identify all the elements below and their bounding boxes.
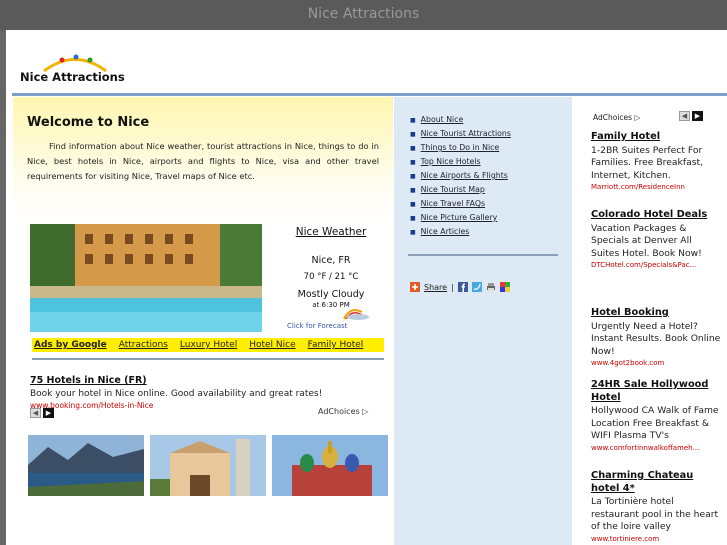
ad-link-luxury-hotel[interactable]: Luxury Hotel bbox=[180, 340, 237, 350]
side-ad-url[interactable]: www.4got2book.com bbox=[591, 359, 721, 367]
side-ad-title[interactable]: Hotel Booking bbox=[591, 307, 721, 320]
window-title: Nice Attractions bbox=[0, 0, 727, 30]
nav-column: About Nice Nice Tourist Attractions Thin… bbox=[394, 97, 572, 545]
cloud-sun-icon bbox=[343, 309, 369, 320]
side-ad-url[interactable]: www.tortiniere.com bbox=[591, 535, 721, 543]
weather-temperature: 70 °F / 21 °C bbox=[303, 272, 359, 282]
main-column: Welcome to Nice Find information about N… bbox=[13, 97, 393, 545]
nav-top-hotels[interactable]: Top Nice Hotels bbox=[410, 157, 511, 171]
ad-link-family-hotel[interactable]: Family Hotel bbox=[308, 340, 364, 350]
side-ad-body: Vacation Packages & Specials at Denver A… bbox=[591, 222, 702, 259]
hotel-photo[interactable] bbox=[30, 224, 262, 332]
welcome-box: Welcome to Nice Find information about N… bbox=[13, 97, 393, 225]
thumb-lake[interactable] bbox=[28, 435, 144, 496]
adchoices-label-right[interactable]: AdChoices ▷ bbox=[593, 113, 640, 122]
nav-airports-flights[interactable]: Nice Airports & Flights bbox=[410, 171, 511, 185]
side-ad-body: La Tortinière hotel restaurant pool in t… bbox=[591, 496, 719, 532]
side-ad-url[interactable]: DTCHotel.com/Specials&Pac... bbox=[591, 261, 721, 269]
adchoices-text-right: AdChoices bbox=[593, 113, 633, 122]
print-icon[interactable] bbox=[486, 282, 496, 292]
side-ad-title[interactable]: Charming Chateau hotel 4* bbox=[591, 470, 721, 495]
nav-travel-faqs[interactable]: Nice Travel FAQs bbox=[410, 199, 511, 213]
weather-condition: Mostly Cloudy bbox=[297, 289, 365, 300]
left-arrow-icon[interactable]: ◀ bbox=[679, 111, 690, 121]
nav-divider bbox=[408, 254, 558, 256]
right-arrow-icon[interactable]: ▶ bbox=[692, 111, 703, 121]
divider bbox=[32, 358, 384, 360]
side-ad[interactable]: Family Hotel 1-2BR Suites Perfect For Fa… bbox=[591, 131, 721, 191]
bookmark-icon[interactable] bbox=[499, 282, 510, 292]
share-bar: Share | bbox=[410, 282, 510, 292]
share-separator: | bbox=[451, 282, 454, 292]
side-ad-body: Hollywood CA Walk of Fame Location Free … bbox=[591, 405, 719, 441]
side-ad[interactable]: Hotel Booking Urgently Need a Hotel? Ins… bbox=[591, 307, 721, 367]
share-plus-icon[interactable] bbox=[410, 282, 420, 292]
side-ad[interactable]: Colorado Hotel Deals Vacation Packages &… bbox=[591, 209, 721, 269]
ad-description: Book your hotel in Nice online. Good ava… bbox=[30, 389, 323, 399]
ad-link-hotel-nice[interactable]: Hotel Nice bbox=[249, 340, 295, 350]
ad-title[interactable]: 75 Hotels in Nice (FR) bbox=[30, 375, 382, 386]
side-ad[interactable]: 24HR Sale Hollywood Hotel Hollywood CA W… bbox=[591, 379, 721, 452]
ads-by-google-link[interactable]: Ads by Google bbox=[34, 340, 107, 350]
nav-tourist-map[interactable]: Nice Tourist Map bbox=[410, 185, 511, 199]
side-ad-body: 1-2BR Suites Perfect For Families. Free … bbox=[591, 144, 704, 181]
text-ad[interactable]: 75 Hotels in Nice (FR) Book your hotel i… bbox=[30, 375, 382, 410]
nav-tourist-attractions[interactable]: Nice Tourist Attractions bbox=[410, 129, 511, 143]
nav-about-nice[interactable]: About Nice bbox=[410, 115, 511, 129]
nav-picture-gallery[interactable]: Nice Picture Gallery bbox=[410, 213, 511, 227]
site-logo[interactable]: Nice Attractions bbox=[20, 54, 130, 90]
side-ad-title[interactable]: Family Hotel bbox=[591, 131, 721, 144]
adchoices-icon: ▷ bbox=[362, 407, 369, 416]
left-arrow-icon[interactable]: ◀ bbox=[30, 408, 41, 418]
side-ad[interactable]: Charming Chateau hotel 4* La Tortinière … bbox=[591, 470, 721, 543]
ad-link-attractions[interactable]: Attractions bbox=[119, 340, 168, 350]
nav-articles[interactable]: Nice Articles bbox=[410, 227, 511, 241]
thumb-church[interactable] bbox=[150, 435, 266, 496]
thumb-cathedral[interactable] bbox=[272, 435, 388, 496]
welcome-title: Welcome to Nice bbox=[27, 115, 150, 130]
weather-city: Nice, FR bbox=[311, 255, 351, 266]
share-link[interactable]: Share bbox=[424, 283, 447, 292]
forecast-link[interactable]: Click for Forecast bbox=[287, 322, 347, 330]
side-ad-title[interactable]: 24HR Sale Hollywood Hotel bbox=[591, 379, 721, 404]
ad-pager: ◀ ▶ bbox=[30, 408, 54, 418]
adchoices-icon-right: ▷ bbox=[634, 113, 641, 122]
weather-widget[interactable]: Nice Weather Nice, FR 70 °F / 21 °C Most… bbox=[281, 224, 381, 332]
side-ad-url[interactable]: Marriott.com/ResidenceInn bbox=[591, 183, 721, 191]
ads-link-bar: Ads by Google Attractions Luxury Hotel H… bbox=[32, 338, 384, 352]
welcome-text: Find information about Nice weather, tou… bbox=[27, 141, 379, 181]
photo-strip bbox=[28, 435, 388, 496]
side-ad-url[interactable]: www.comfortinnwalkoffameh... bbox=[591, 444, 721, 452]
right-ad-pager: ◀ ▶ bbox=[679, 111, 703, 121]
adchoices-text: AdChoices bbox=[318, 407, 360, 416]
adchoices-label[interactable]: AdChoices ▷ bbox=[318, 407, 368, 416]
twitter-icon[interactable] bbox=[471, 282, 482, 292]
facebook-icon[interactable] bbox=[457, 282, 468, 292]
logo-text: Nice Attractions bbox=[20, 70, 125, 84]
header-divider bbox=[12, 93, 727, 96]
page: Nice Attractions Welcome to Nice Find in… bbox=[6, 30, 727, 545]
weather-title[interactable]: Nice Weather bbox=[281, 226, 381, 238]
ads-column: AdChoices ▷ ◀ ▶ Family Hotel 1-2BR Suite… bbox=[573, 97, 727, 545]
side-ad-title[interactable]: Colorado Hotel Deals bbox=[591, 209, 721, 222]
nav-list: About Nice Nice Tourist Attractions Thin… bbox=[410, 115, 511, 241]
right-arrow-icon[interactable]: ▶ bbox=[43, 408, 54, 418]
nav-things-to-do[interactable]: Things to Do in Nice bbox=[410, 143, 511, 157]
side-ad-body: Urgently Need a Hotel? Instant Results. … bbox=[591, 320, 721, 357]
